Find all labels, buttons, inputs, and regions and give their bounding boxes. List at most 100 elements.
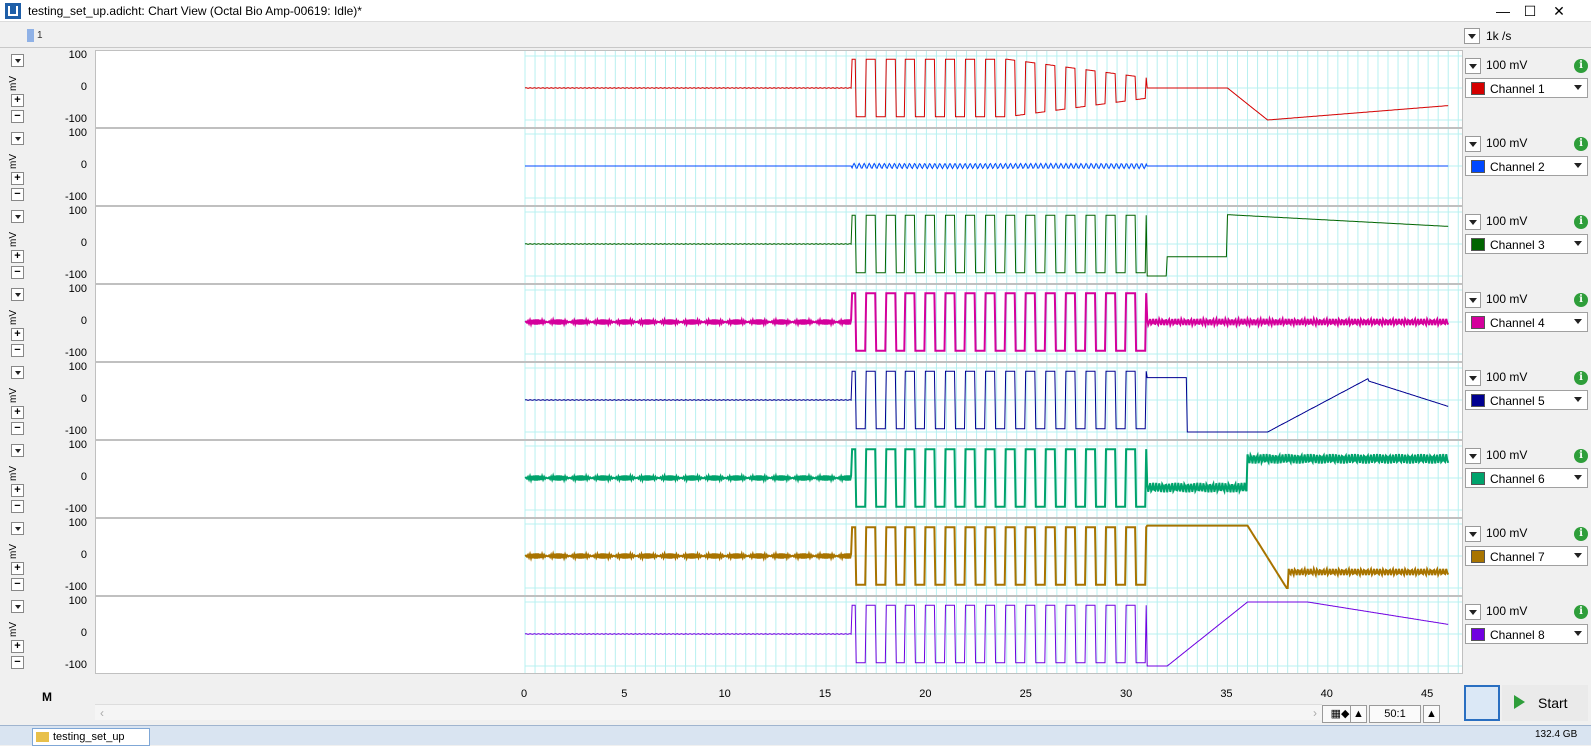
channel-name-select[interactable]: Channel 6 xyxy=(1465,468,1588,488)
zoom-in-y-button[interactable]: + xyxy=(11,562,24,575)
channel-color-swatch[interactable] xyxy=(1471,628,1485,641)
channel-select-arrow[interactable] xyxy=(1571,470,1585,486)
scroll-left-icon[interactable]: ‹ xyxy=(95,705,109,721)
chevron-down-icon xyxy=(1574,631,1582,636)
channel-select-arrow[interactable] xyxy=(1571,392,1585,408)
info-icon[interactable]: i xyxy=(1574,59,1588,73)
start-label: Start xyxy=(1538,695,1568,711)
channel-plot[interactable] xyxy=(95,596,1463,674)
zoom-in-y-button[interactable]: + xyxy=(11,94,24,107)
channel-color-swatch[interactable] xyxy=(1471,238,1485,251)
disk-space-label: 132.4 GB xyxy=(1535,729,1578,740)
zoom-in-y-button[interactable]: + xyxy=(11,172,24,185)
channel-color-swatch[interactable] xyxy=(1471,472,1485,485)
range-dropdown[interactable] xyxy=(1465,292,1481,308)
y-tick-label: 0 xyxy=(80,159,87,171)
info-icon[interactable]: i xyxy=(1574,293,1588,307)
range-dropdown[interactable] xyxy=(1465,526,1481,542)
chevron-down-icon xyxy=(14,137,21,141)
close-button[interactable]: ✕ xyxy=(1545,1,1573,21)
channel-color-swatch[interactable] xyxy=(1471,82,1485,95)
zoom-out-y-button[interactable]: − xyxy=(11,578,24,591)
zoom-in-y-button[interactable]: + xyxy=(11,250,24,263)
channel-row: mV + − 100 0 -100 100 mV i Channel 3 xyxy=(0,205,1591,284)
channel-plot[interactable] xyxy=(95,128,1463,206)
zoom-out-y-button[interactable]: − xyxy=(11,500,24,513)
zoom-in-time-button[interactable]: ▲ xyxy=(1423,705,1440,723)
channel-plot[interactable] xyxy=(95,362,1463,440)
zoom-out-y-button[interactable]: − xyxy=(11,188,24,201)
channel-trace-svg xyxy=(524,207,1462,283)
channel-name-select[interactable]: Channel 5 xyxy=(1465,390,1588,410)
info-icon[interactable]: i xyxy=(1574,215,1588,229)
zoom-out-y-button[interactable]: − xyxy=(11,422,24,435)
channel-plot[interactable] xyxy=(95,440,1463,518)
zoom-out-time-button[interactable]: ▲ xyxy=(1350,705,1367,723)
start-area: Start xyxy=(1464,683,1591,723)
channel-select-arrow[interactable] xyxy=(1571,548,1585,564)
zoom-out-y-button[interactable]: − xyxy=(11,266,24,279)
channel-color-swatch[interactable] xyxy=(1471,394,1485,407)
range-dropdown[interactable] xyxy=(1465,136,1481,152)
channel-axis-menu-button[interactable] xyxy=(11,288,24,301)
channel-select-arrow[interactable] xyxy=(1571,236,1585,252)
channel-plot[interactable] xyxy=(95,50,1463,128)
maximize-button[interactable]: ☐ xyxy=(1516,1,1544,21)
y-tick-label: 100 xyxy=(68,283,87,295)
range-dropdown[interactable] xyxy=(1465,448,1481,464)
range-dropdown[interactable] xyxy=(1465,370,1481,386)
channel-plot[interactable] xyxy=(95,206,1463,284)
channel-select-arrow[interactable] xyxy=(1571,80,1585,96)
channel-plot[interactable] xyxy=(95,284,1463,362)
channel-name-select[interactable]: Channel 8 xyxy=(1465,624,1588,644)
zoom-in-y-button[interactable]: + xyxy=(11,484,24,497)
zoom-out-y-button[interactable]: − xyxy=(11,344,24,357)
channel-name-select[interactable]: Channel 4 xyxy=(1465,312,1588,332)
marker-m-button[interactable]: M xyxy=(40,690,54,706)
scroll-right-icon[interactable]: › xyxy=(1308,705,1322,721)
zoom-ratio-field[interactable]: 50:1 xyxy=(1369,705,1421,723)
range-dropdown[interactable] xyxy=(1465,214,1481,230)
recording-setup-icon[interactable] xyxy=(1464,685,1500,721)
taskbar-item-label: testing_set_up xyxy=(53,731,125,743)
sample-rate-dropdown[interactable] xyxy=(1464,28,1480,44)
info-icon[interactable]: i xyxy=(1574,605,1588,619)
info-icon[interactable]: i xyxy=(1574,371,1588,385)
range-dropdown[interactable] xyxy=(1465,58,1481,74)
channel-axis-menu-button[interactable] xyxy=(11,600,24,613)
page-marker-icon[interactable] xyxy=(27,29,34,42)
channel-axis-menu-button[interactable] xyxy=(11,444,24,457)
info-icon[interactable]: i xyxy=(1574,527,1588,541)
channel-select-arrow[interactable] xyxy=(1571,626,1585,642)
info-icon[interactable]: i xyxy=(1574,449,1588,463)
zoom-in-y-button[interactable]: + xyxy=(11,328,24,341)
channel-color-swatch[interactable] xyxy=(1471,550,1485,563)
chevron-down-icon xyxy=(14,449,21,453)
channel-axis-menu-button[interactable] xyxy=(11,54,24,67)
chevron-down-icon xyxy=(1469,376,1477,381)
channel-color-swatch[interactable] xyxy=(1471,160,1485,173)
channel-axis-menu-button[interactable] xyxy=(11,522,24,535)
channel-name-select[interactable]: Channel 1 xyxy=(1465,78,1588,98)
zoom-out-y-button[interactable]: − xyxy=(11,110,24,123)
minimize-button[interactable]: — xyxy=(1489,1,1517,21)
channel-name-select[interactable]: Channel 3 xyxy=(1465,234,1588,254)
zoom-in-y-button[interactable]: + xyxy=(11,640,24,653)
channel-plot[interactable] xyxy=(95,518,1463,596)
channel-axis-menu-button[interactable] xyxy=(11,366,24,379)
y-tick-label: -100 xyxy=(64,659,87,671)
zoom-in-y-button[interactable]: + xyxy=(11,406,24,419)
channel-name-select[interactable]: Channel 2 xyxy=(1465,156,1588,176)
channel-color-swatch[interactable] xyxy=(1471,316,1485,329)
info-icon[interactable]: i xyxy=(1574,137,1588,151)
range-dropdown[interactable] xyxy=(1465,604,1481,620)
channel-axis-menu-button[interactable] xyxy=(11,132,24,145)
start-button[interactable]: Start xyxy=(1502,685,1588,721)
channel-name-select[interactable]: Channel 7 xyxy=(1465,546,1588,566)
zoom-out-y-button[interactable]: − xyxy=(11,656,24,669)
channel-axis-menu-button[interactable] xyxy=(11,210,24,223)
taskbar-item[interactable]: testing_set_up xyxy=(32,728,150,746)
channel-select-arrow[interactable] xyxy=(1571,314,1585,330)
horizontal-scrollbar[interactable]: ‹ › xyxy=(95,704,1322,720)
channel-select-arrow[interactable] xyxy=(1571,158,1585,174)
